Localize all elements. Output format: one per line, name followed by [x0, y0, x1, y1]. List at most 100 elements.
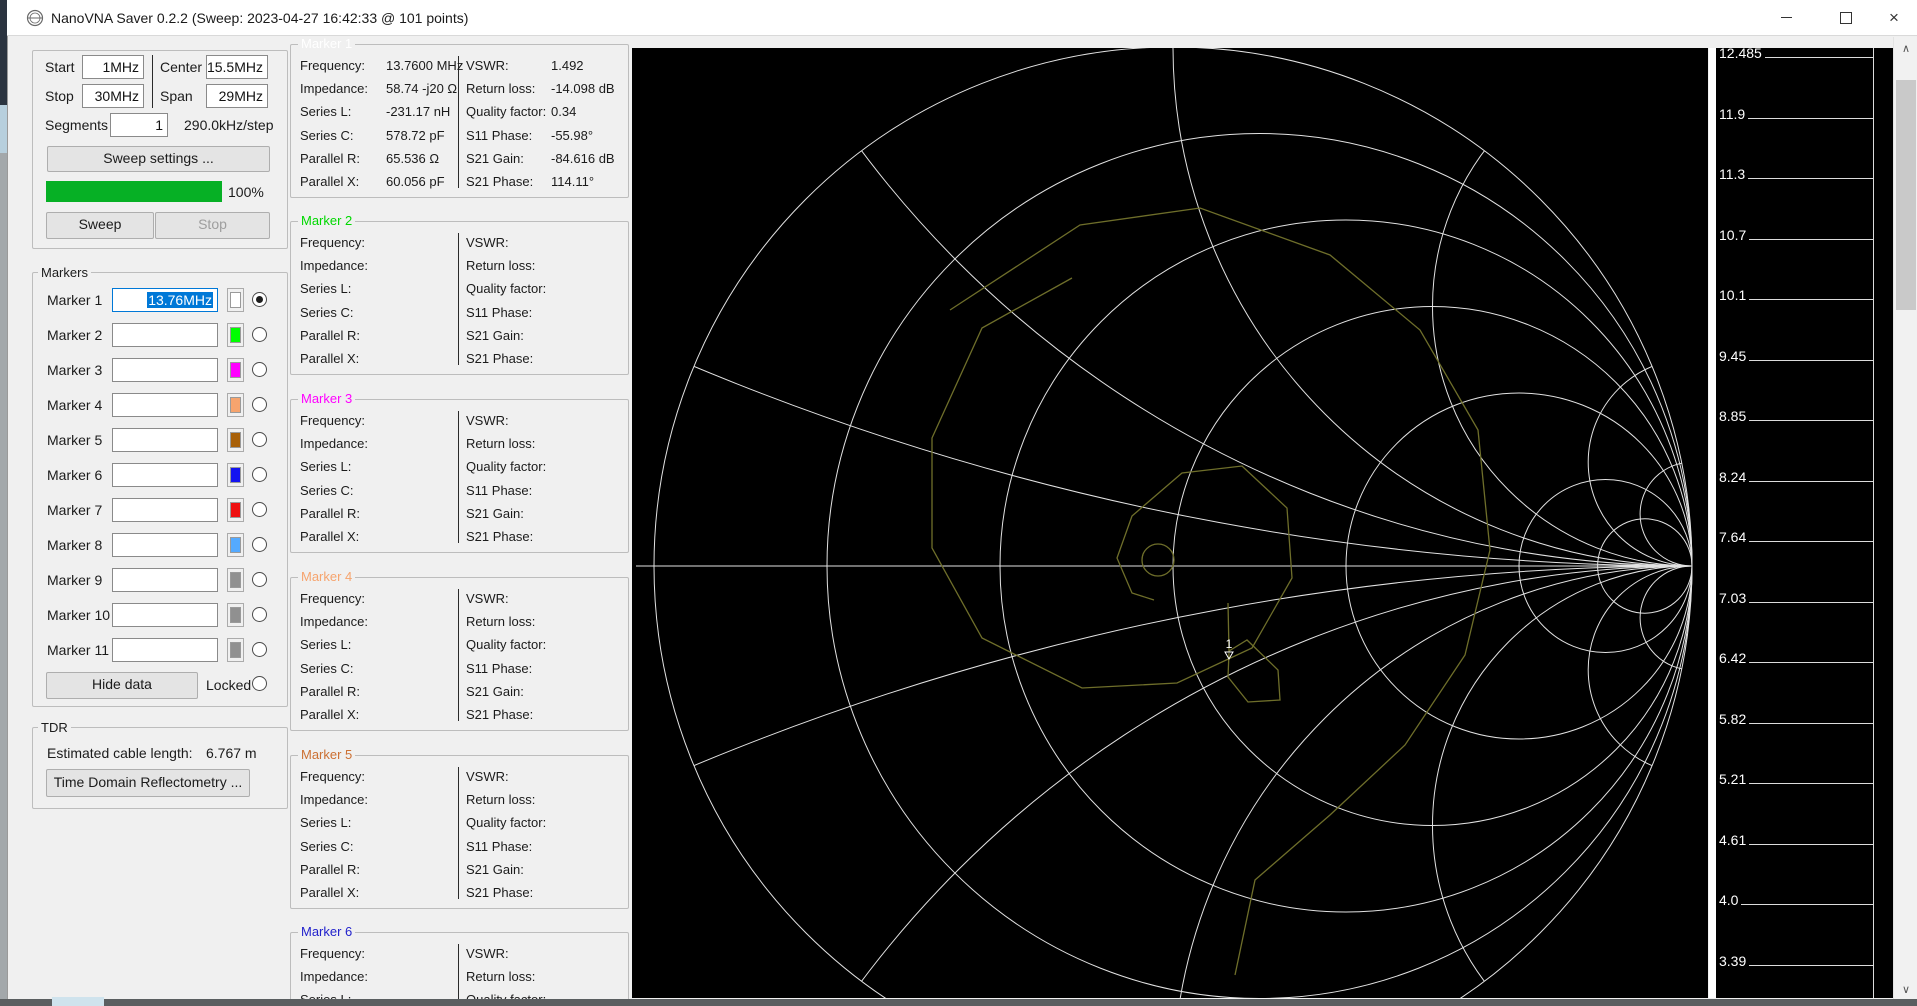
marker-frequency-input[interactable] — [112, 428, 218, 452]
locked-radio[interactable] — [252, 676, 267, 691]
marker-row-label: Marker 8 — [47, 537, 103, 553]
tdr-button[interactable]: Time Domain Reflectometry ... — [46, 769, 250, 797]
right-axis-tick-label: 8.24 — [1719, 469, 1747, 485]
marker-select-radio[interactable] — [252, 327, 267, 342]
marker-color-button[interactable] — [227, 428, 244, 452]
maximize-button[interactable] — [1823, 0, 1869, 35]
marker-row-label: Marker 6 — [47, 467, 103, 483]
gridline — [1749, 965, 1873, 966]
marker-frequency-input[interactable] — [112, 463, 218, 487]
right-axis-tick-label: 10.1 — [1719, 287, 1747, 303]
marker-frequency-input[interactable] — [112, 603, 218, 627]
vertical-scrollbar[interactable]: ∧ ∨ — [1893, 37, 1917, 1000]
right-axis-row: 11.3 — [1719, 167, 1873, 182]
marker-select-radio[interactable] — [252, 432, 267, 447]
marker-color-button[interactable] — [227, 603, 244, 627]
scroll-down-button[interactable]: ∨ — [1894, 979, 1917, 999]
marker-color-swatch — [230, 607, 241, 623]
marker-color-button[interactable] — [227, 498, 244, 522]
close-button[interactable]: × — [1871, 0, 1917, 35]
marker-color-button[interactable] — [227, 323, 244, 347]
gridline — [1749, 481, 1873, 482]
field-label: Return loss: — [466, 614, 536, 629]
marker-frequency-input[interactable] — [112, 358, 218, 382]
field-label: Parallel R: — [300, 862, 360, 877]
marker-color-swatch — [230, 292, 241, 308]
field-label: S11 Phase: — [466, 661, 533, 676]
span-label: Span — [160, 88, 193, 104]
gridline — [1749, 541, 1873, 542]
right-scale-chart[interactable]: 12.485 11.9 11.3 10.7 10.1 9.45 8.85 8.2… — [1716, 48, 1893, 998]
marker-color-button[interactable] — [227, 533, 244, 557]
field-label: Series C: — [300, 839, 354, 854]
center-input[interactable]: 15.5MHz — [206, 55, 268, 79]
hide-data-button[interactable]: Hide data — [46, 672, 198, 699]
marker-frequency-input[interactable] — [112, 323, 218, 347]
gridline — [1749, 239, 1873, 240]
smith-chart[interactable]: 1 — [632, 48, 1708, 998]
sweep-settings-button[interactable]: Sweep settings ... — [47, 146, 270, 172]
segments-input[interactable]: 1 — [110, 113, 168, 137]
right-axis-row: 10.7 — [1719, 228, 1873, 243]
marker-select-radio[interactable] — [252, 502, 267, 517]
right-axis-row: 6.42 — [1719, 651, 1873, 666]
sweep-button[interactable]: Sweep — [46, 212, 154, 239]
segments-label: Segments — [45, 117, 109, 133]
field-label: Series L: — [300, 459, 352, 474]
sweep-progress-bar — [46, 181, 222, 202]
right-axis-tick-label: 5.82 — [1719, 711, 1747, 727]
smith-chart-background — [632, 48, 1708, 998]
marker-color-button[interactable] — [227, 288, 244, 312]
field-label: S21 Gain: — [466, 506, 524, 521]
marker-frequency-input[interactable] — [112, 498, 218, 522]
field-value: 1.492 — [551, 58, 584, 73]
cable-length-value: 6.767 m — [206, 745, 257, 761]
marker-frequency-input[interactable] — [112, 568, 218, 592]
marker-section-divider — [458, 589, 459, 721]
marker-select-radio[interactable] — [252, 537, 267, 552]
marker-select-radio[interactable] — [252, 362, 267, 377]
marker-row-label: Marker 5 — [47, 432, 103, 448]
marker-frequency-input[interactable] — [112, 393, 218, 417]
field-value: 13.7600 MHz — [386, 58, 464, 73]
marker-color-button[interactable] — [227, 638, 244, 662]
field-label: Parallel R: — [300, 151, 360, 166]
field-label: VSWR: — [466, 946, 509, 961]
marker-select-radio[interactable] — [252, 572, 267, 587]
field-label: Series C: — [300, 128, 354, 143]
marker-color-swatch — [230, 537, 241, 553]
marker-select-radio[interactable] — [252, 292, 267, 307]
marker-select-radio[interactable] — [252, 467, 267, 482]
tdr-box-title: TDR — [38, 720, 71, 735]
right-axis-tick-label: 11.3 — [1719, 166, 1746, 182]
marker-select-radio[interactable] — [252, 397, 267, 412]
scroll-up-button[interactable]: ∧ — [1894, 38, 1917, 58]
marker-color-button[interactable] — [227, 393, 244, 417]
marker-select-radio[interactable] — [252, 642, 267, 657]
app-icon — [26, 9, 44, 27]
stop-input[interactable]: 30MHz — [82, 84, 144, 108]
span-input[interactable]: 29MHz — [206, 84, 268, 108]
marker-frequency-input[interactable] — [112, 533, 218, 557]
minimize-button[interactable] — [1763, 0, 1809, 35]
field-label: S11 Phase: — [466, 305, 533, 320]
marker-frequency-input[interactable]: 13.76MHz — [112, 288, 218, 312]
marker-select-radio[interactable] — [252, 607, 267, 622]
sweep-divider — [152, 55, 153, 108]
right-axis-tick-label: 10.7 — [1719, 227, 1747, 243]
field-label: S21 Gain: — [466, 151, 524, 166]
marker-color-button[interactable] — [227, 568, 244, 592]
marker-frequency-input[interactable] — [112, 638, 218, 662]
field-value: -55.98° — [551, 128, 594, 143]
start-input[interactable]: 1MHz — [82, 55, 144, 79]
right-axis-tick-label: 9.45 — [1719, 348, 1747, 364]
markers-box-title: Markers — [38, 265, 91, 280]
marker-color-button[interactable] — [227, 463, 244, 487]
right-axis-row: 4.0 — [1719, 893, 1873, 908]
field-label: Return loss: — [466, 81, 536, 96]
scrollbar-thumb[interactable] — [1896, 80, 1916, 310]
application-window: NanoVNA Saver 0.2.2 (Sweep: 2023-04-27 1… — [0, 0, 1917, 1006]
right-axis-row: 12.485 — [1719, 48, 1873, 61]
stop-sweep-button[interactable]: Stop — [155, 212, 270, 239]
marker-color-button[interactable] — [227, 358, 244, 382]
